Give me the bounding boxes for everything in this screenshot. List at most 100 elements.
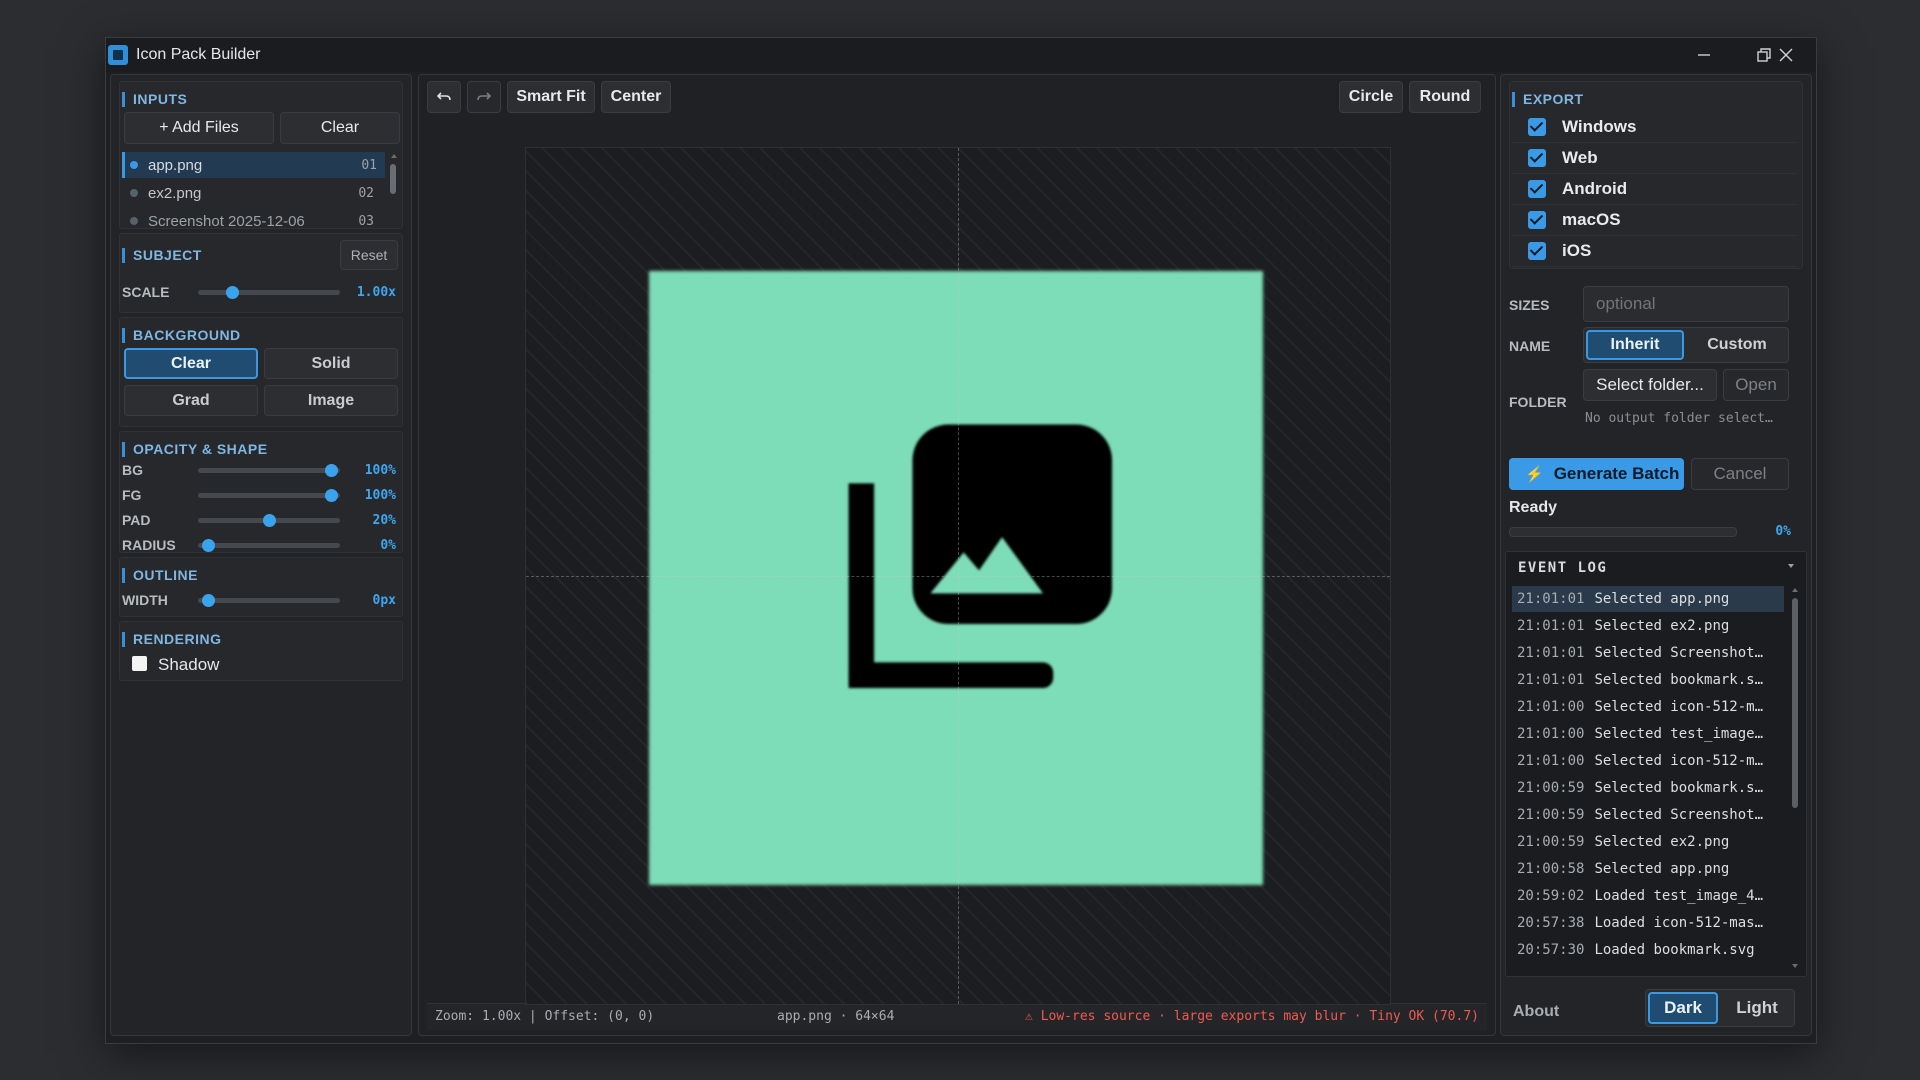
fg-slider[interactable]: [198, 489, 340, 502]
center-button[interactable]: Center: [601, 81, 671, 113]
file-item[interactable]: Screenshot 2025-12-06 03: [122, 208, 382, 230]
reset-button[interactable]: Reset: [340, 240, 398, 270]
scroll-up-icon: [1792, 588, 1798, 592]
app-window: Icon Pack Builder INPUTS + Add Files Cle…: [105, 37, 1817, 1044]
undo-button[interactable]: [427, 81, 461, 113]
log-scrollbar[interactable]: [1792, 588, 1798, 968]
export-target-web[interactable]: Web: [1512, 143, 1797, 174]
radius-slider[interactable]: [198, 539, 340, 552]
sizes-label: SIZES: [1509, 297, 1550, 313]
log-entry[interactable]: 21:00:59 Selected Screenshot…: [1512, 802, 1784, 828]
slider-thumb[interactable]: [226, 286, 240, 299]
open-folder-button[interactable]: Open: [1723, 369, 1789, 401]
slider-thumb[interactable]: [201, 594, 215, 607]
log-entry[interactable]: 21:01:01 Selected Screenshot…: [1512, 640, 1784, 666]
log-message: Selected bookmark.s…: [1594, 780, 1764, 796]
clear-files-button[interactable]: Clear: [280, 112, 400, 144]
bg-clear-option[interactable]: Clear: [124, 348, 258, 379]
log-entry[interactable]: 21:00:59 Selected bookmark.s…: [1512, 775, 1784, 801]
window-title: Icon Pack Builder: [136, 46, 261, 63]
theme-dark-option[interactable]: Dark: [1648, 992, 1718, 1024]
log-message: Selected Screenshot…: [1594, 645, 1764, 661]
file-item[interactable]: app.png 01: [122, 152, 385, 178]
close-icon: [1779, 48, 1793, 62]
cancel-button[interactable]: Cancel: [1691, 458, 1789, 490]
outline-width-slider[interactable]: [198, 594, 340, 607]
log-message: Loaded test_image_4…: [1594, 888, 1764, 904]
lightning-icon: ⚡: [1525, 466, 1544, 483]
slider-thumb[interactable]: [325, 489, 339, 502]
log-entry[interactable]: 20:57:30 Loaded bookmark.svg: [1512, 937, 1784, 963]
log-collapse-icon[interactable]: [1788, 564, 1794, 568]
sizes-input[interactable]: [1583, 286, 1789, 322]
close-button[interactable]: [1756, 38, 1816, 72]
title-bar[interactable]: Icon Pack Builder: [106, 38, 1816, 72]
scroll-thumb[interactable]: [390, 164, 396, 194]
outline-width-value: 0px: [372, 593, 396, 608]
event-log-panel: EVENT LOG 21:01:01 Selected app.png 21:01:…: [1505, 551, 1807, 977]
generate-batch-label: Generate Batch: [1553, 464, 1680, 483]
round-button[interactable]: Round: [1409, 81, 1481, 113]
checkbox-checked-icon[interactable]: [1528, 118, 1546, 136]
circle-button[interactable]: Circle: [1339, 81, 1403, 113]
export-target-ios[interactable]: iOS: [1512, 236, 1797, 267]
file-index: 03: [358, 213, 374, 229]
checkbox-checked-icon[interactable]: [1528, 242, 1546, 260]
log-message: Selected app.png: [1594, 861, 1730, 877]
log-entry[interactable]: 21:01:00 Selected icon-512-m…: [1512, 748, 1784, 774]
name-custom-option[interactable]: Custom: [1688, 330, 1786, 360]
export-target-android[interactable]: Android: [1512, 174, 1797, 205]
log-entry[interactable]: 21:01:00 Selected icon-512-m…: [1512, 694, 1784, 720]
bg-solid-option[interactable]: Solid: [264, 348, 398, 379]
file-list-scrollbar[interactable]: [390, 154, 397, 224]
log-entry[interactable]: 20:57:38 Loaded icon-512-mas…: [1512, 910, 1784, 936]
log-entry[interactable]: 20:59:02 Loaded test_image_4…: [1512, 883, 1784, 909]
subject-title: SUBJECT: [122, 248, 202, 263]
log-entry[interactable]: 21:00:58 Selected app.png: [1512, 856, 1784, 882]
about-link[interactable]: About: [1513, 1003, 1559, 1021]
select-folder-button[interactable]: Select folder...: [1583, 369, 1717, 401]
shadow-label: Shadow: [158, 655, 220, 674]
pad-value: 20%: [372, 513, 396, 528]
redo-button[interactable]: [467, 81, 501, 113]
add-files-button[interactable]: + Add Files: [124, 112, 274, 144]
fg-value: 100%: [364, 488, 396, 503]
checkbox-checked-icon[interactable]: [1528, 180, 1546, 198]
minimize-button[interactable]: [1674, 38, 1734, 72]
file-list: app.png 01 ex2.png 02 Screenshot 2025-12…: [122, 152, 392, 230]
slider-thumb[interactable]: [263, 514, 276, 527]
radius-value: 0%: [380, 538, 396, 553]
preview-canvas[interactable]: [525, 147, 1391, 1005]
scale-slider[interactable]: [198, 286, 340, 299]
log-message: Selected test_image…: [1594, 726, 1764, 742]
smart-fit-button[interactable]: Smart Fit: [507, 81, 595, 113]
export-title: EXPORT: [1512, 92, 1584, 107]
bg-grad-option[interactable]: Grad: [124, 385, 258, 416]
bg-slider[interactable]: [198, 464, 340, 477]
log-entry[interactable]: 21:01:01 Selected ex2.png: [1512, 613, 1784, 639]
file-item[interactable]: ex2.png 02: [122, 180, 382, 206]
log-entry[interactable]: 21:01:00 Selected test_image…: [1512, 721, 1784, 747]
scroll-thumb[interactable]: [1792, 598, 1798, 808]
shadow-checkbox[interactable]: [132, 656, 147, 671]
log-message: Loaded icon-512-mas…: [1594, 915, 1764, 931]
theme-light-option[interactable]: Light: [1722, 992, 1792, 1024]
export-target-windows[interactable]: Windows: [1512, 112, 1797, 143]
checkbox-checked-icon[interactable]: [1528, 211, 1546, 229]
file-info: app.png · 64×64: [777, 1009, 895, 1024]
horizontal-guide: [526, 576, 1390, 577]
bg-image-option[interactable]: Image: [264, 385, 398, 416]
export-target-macos[interactable]: macOS: [1512, 205, 1797, 236]
log-time: 21:01:01: [1517, 672, 1585, 688]
log-entry[interactable]: 21:01:01 Selected app.png: [1512, 586, 1784, 612]
log-entry[interactable]: 21:01:01 Selected bookmark.s…: [1512, 667, 1784, 693]
slider-thumb[interactable]: [201, 539, 215, 552]
pad-slider[interactable]: [198, 514, 340, 527]
log-time: 21:01:01: [1517, 618, 1585, 634]
log-entry[interactable]: 21:00:59 Selected ex2.png: [1512, 829, 1784, 855]
checkbox-checked-icon[interactable]: [1528, 149, 1546, 167]
generate-batch-button[interactable]: ⚡ Generate Batch: [1509, 458, 1684, 490]
slider-thumb[interactable]: [325, 464, 339, 477]
name-inherit-option[interactable]: Inherit: [1586, 330, 1684, 360]
export-section: EXPORT Windows Web Android macOS iOS: [1509, 81, 1803, 269]
